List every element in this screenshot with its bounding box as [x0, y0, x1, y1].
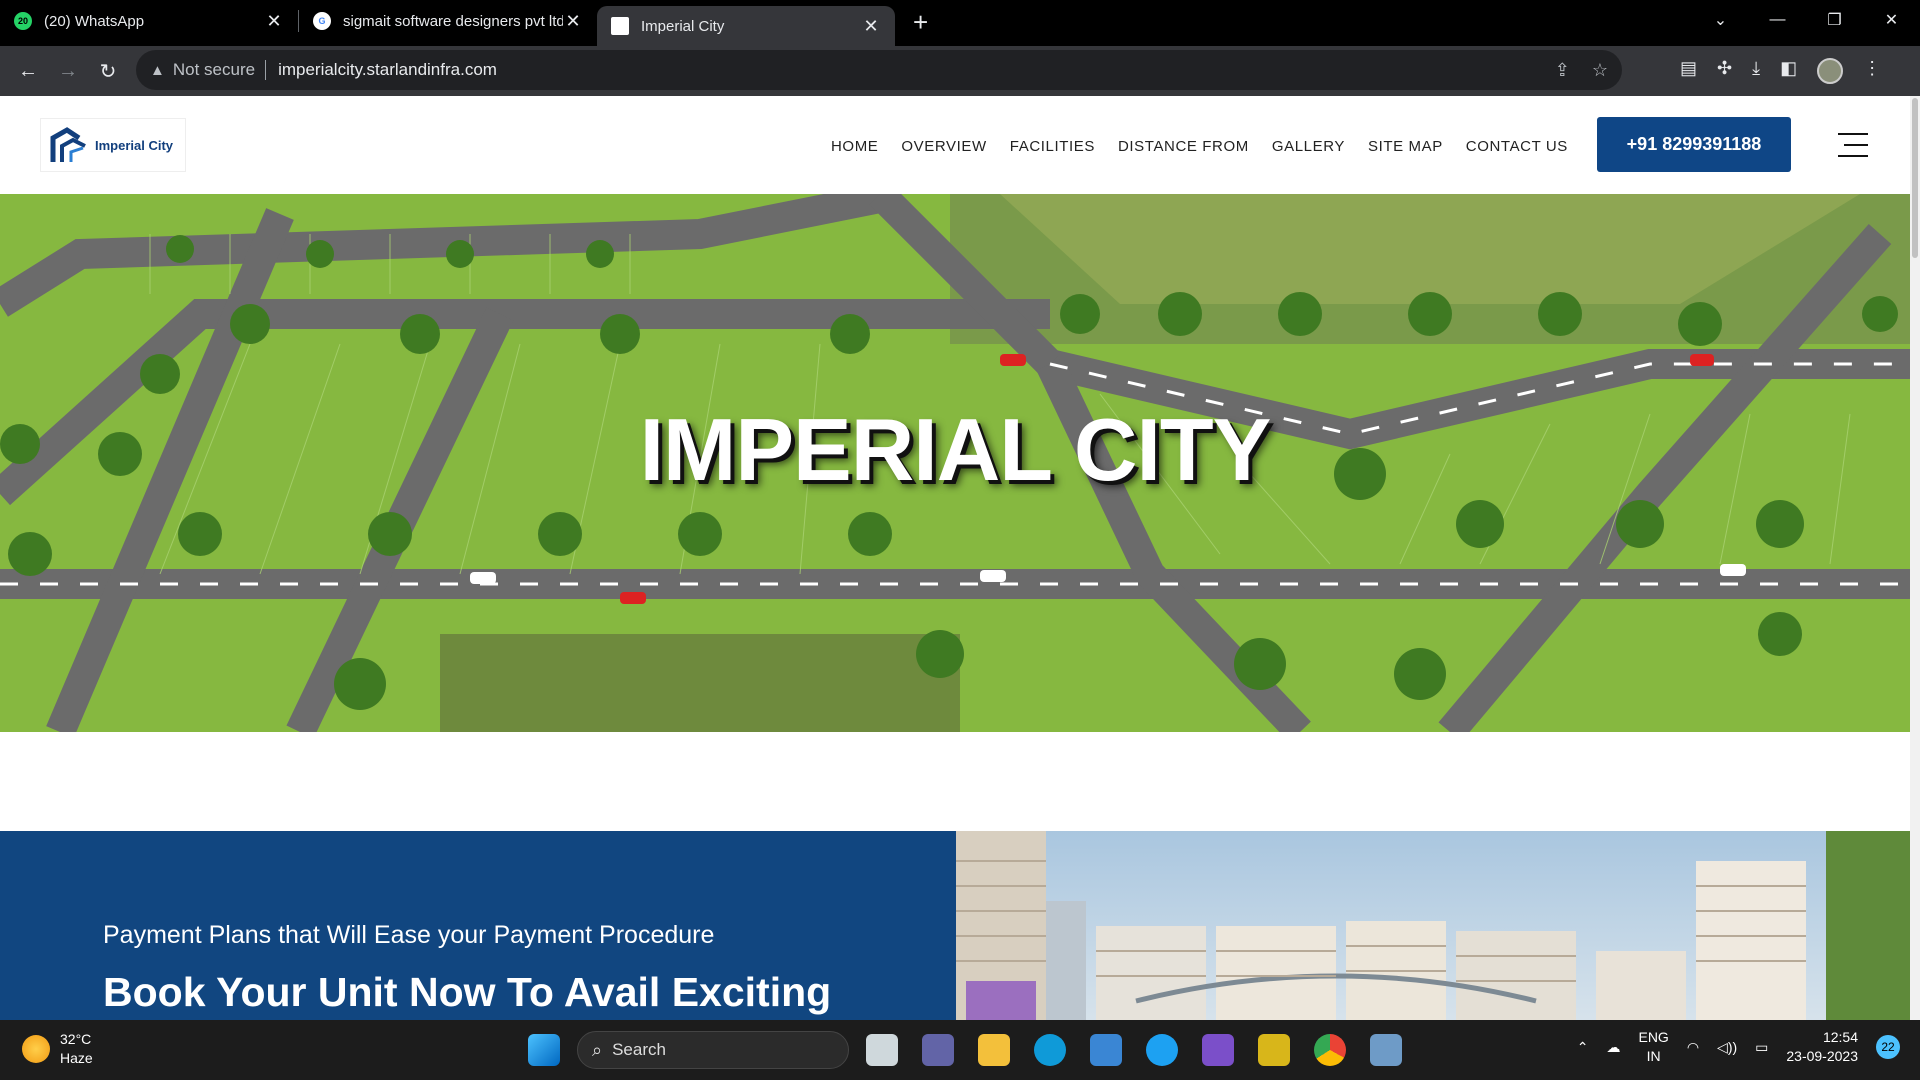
- nav-site-map[interactable]: SITE MAP: [1368, 138, 1443, 155]
- logo-text: Imperial City: [95, 137, 174, 153]
- promo-section: Payment Plans that Will Ease your Paymen…: [0, 831, 1910, 1020]
- tab-title: (20) WhatsApp: [44, 12, 145, 30]
- visual-studio-icon[interactable]: [1202, 1034, 1234, 1066]
- profile-avatar[interactable]: [1817, 58, 1844, 84]
- buildings-illustration: [956, 831, 1910, 1020]
- page-scrollbar[interactable]: [1910, 96, 1920, 1020]
- nav-distance-from[interactable]: DISTANCE FROM: [1118, 138, 1249, 155]
- clock-time: 12:54: [1822, 1029, 1858, 1045]
- weather-condition: Haze: [60, 1050, 93, 1066]
- taskbar-search[interactable]: ⌕ Search: [577, 1031, 849, 1069]
- taskbar: 32°C Haze ⌕ Search ⌃ ☁ ENG IN ◠ ◁)) ▭ 12…: [0, 1020, 1920, 1080]
- region-code: IN: [1646, 1048, 1661, 1064]
- scrollbar-thumb[interactable]: [1912, 98, 1918, 258]
- tab-strip: 20 (20) WhatsApp ✕ G sigmait software de…: [0, 0, 1920, 46]
- weather-sun-icon: [22, 1035, 50, 1063]
- tab-google[interactable]: G sigmait software designers pvt ltd ✕: [299, 2, 597, 40]
- promo-subtitle: Payment Plans that Will Ease your Paymen…: [103, 921, 715, 949]
- close-icon[interactable]: ✕: [563, 11, 583, 32]
- whatsapp-icon: 20: [14, 12, 32, 30]
- file-explorer-icon[interactable]: [978, 1034, 1010, 1066]
- window-close-icon[interactable]: ✕: [1863, 10, 1920, 30]
- nav-home[interactable]: HOME: [831, 138, 878, 155]
- hamburger-menu-icon[interactable]: [1838, 133, 1868, 166]
- warning-icon: ▲: [150, 61, 165, 79]
- language-indicator[interactable]: ENG IN: [1638, 1028, 1668, 1066]
- notification-badge[interactable]: 22: [1876, 1035, 1900, 1059]
- taskbar-apps: [866, 1034, 1402, 1066]
- wifi-icon[interactable]: ◠: [1687, 1039, 1699, 1056]
- window-controls: ⌄ — ❐ ✕: [1692, 0, 1920, 40]
- menu-dots-icon[interactable]: ⋮: [1863, 58, 1881, 84]
- hero-title: IMPERIAL CITY: [639, 400, 1272, 499]
- divider: [265, 60, 267, 80]
- tab-title: Imperial City: [641, 17, 725, 35]
- promo-heading: Book Your Unit Now To Avail Exciting: [103, 969, 832, 1015]
- tab-imperial-city[interactable]: Imperial City ✕: [597, 6, 895, 46]
- close-icon[interactable]: ✕: [861, 16, 881, 37]
- remote-desktop-icon[interactable]: [1370, 1034, 1402, 1066]
- print-extension-icon[interactable]: ▤: [1680, 58, 1697, 84]
- new-tab-icon[interactable]: +: [913, 7, 928, 38]
- volume-icon[interactable]: ◁)): [1717, 1039, 1737, 1056]
- task-view-icon[interactable]: [866, 1034, 898, 1066]
- share-icon[interactable]: ⇪: [1555, 60, 1570, 81]
- nav-facilities[interactable]: FACILITIES: [1010, 138, 1095, 155]
- page-viewport: Imperial City HOME OVERVIEW FACILITIES D…: [0, 96, 1920, 1020]
- google-icon: G: [313, 12, 331, 30]
- nav-gallery[interactable]: GALLERY: [1272, 138, 1345, 155]
- battery-icon[interactable]: ▭: [1755, 1039, 1768, 1056]
- site-logo[interactable]: Imperial City: [40, 118, 186, 172]
- promo-text-panel: Payment Plans that Will Ease your Paymen…: [0, 831, 956, 1020]
- windows-start-icon[interactable]: [528, 1034, 560, 1066]
- taskbar-pinned-apps: [528, 1034, 560, 1066]
- ie-icon[interactable]: [1146, 1034, 1178, 1066]
- address-bar[interactable]: ▲ Not secure imperialcity.starlandinfra.…: [136, 50, 1622, 90]
- restore-icon[interactable]: ❐: [1806, 10, 1863, 30]
- extensions-area: ▤ ✣ ⤓ ◧ ⋮: [1680, 58, 1881, 84]
- tab-whatsapp[interactable]: 20 (20) WhatsApp ✕: [0, 2, 298, 40]
- site-favicon-icon: [611, 17, 629, 35]
- bookmark-star-icon[interactable]: ☆: [1592, 60, 1608, 81]
- nav-overview[interactable]: OVERVIEW: [901, 138, 986, 155]
- clock[interactable]: 12:54 23-09-2023: [1786, 1028, 1858, 1066]
- clock-date: 23-09-2023: [1786, 1048, 1858, 1064]
- reload-icon[interactable]: ↻: [88, 59, 128, 84]
- main-nav: HOME OVERVIEW FACILITIES DISTANCE FROM G…: [831, 138, 1568, 155]
- browser-toolbar: ← → ↻ ▲ Not secure imperialcity.starland…: [0, 46, 1920, 96]
- search-icon: ⌕: [592, 1039, 603, 1060]
- weather-widget[interactable]: 32°C Haze: [22, 1030, 93, 1068]
- forward-icon[interactable]: →: [48, 60, 88, 83]
- promo-buildings-image: [956, 831, 1910, 1020]
- puzzle-extensions-icon[interactable]: ✣: [1717, 58, 1732, 84]
- download-icon[interactable]: ⤓: [1752, 58, 1760, 84]
- lang-code: ENG: [1638, 1029, 1669, 1045]
- onedrive-cloud-icon[interactable]: ☁: [1606, 1039, 1620, 1056]
- edge-icon[interactable]: [1034, 1034, 1066, 1066]
- phone-button[interactable]: +91 8299391188: [1597, 117, 1791, 172]
- url-text: imperialcity.starlandinfra.com: [278, 60, 497, 79]
- chevron-up-icon[interactable]: ⌃: [1577, 1039, 1589, 1056]
- hero-banner: IMPERIAL CITY: [0, 194, 1910, 732]
- tab-search-icon[interactable]: ⌄: [1692, 10, 1749, 30]
- close-icon[interactable]: ✕: [264, 11, 284, 32]
- temperature: 32°C: [60, 1031, 92, 1047]
- search-placeholder: Search: [612, 1040, 666, 1059]
- site-header: Imperial City HOME OVERVIEW FACILITIES D…: [0, 96, 1910, 194]
- chrome-icon[interactable]: [1314, 1034, 1346, 1066]
- nav-contact-us[interactable]: CONTACT US: [1466, 138, 1568, 155]
- paint-icon[interactable]: [1258, 1034, 1290, 1066]
- minimize-icon[interactable]: —: [1749, 11, 1806, 29]
- store-icon[interactable]: [1090, 1034, 1122, 1066]
- security-label: Not secure: [172, 60, 256, 79]
- back-icon[interactable]: ←: [8, 60, 48, 83]
- teams-chat-icon[interactable]: [922, 1034, 954, 1066]
- logo-icon: [50, 127, 86, 162]
- side-panel-icon[interactable]: ◧: [1780, 58, 1797, 84]
- system-tray: ⌃ ☁ ENG IN ◠ ◁)) ▭ 12:54 23-09-2023 22: [1577, 1028, 1900, 1066]
- tab-title: sigmait software designers pvt ltd: [343, 12, 563, 30]
